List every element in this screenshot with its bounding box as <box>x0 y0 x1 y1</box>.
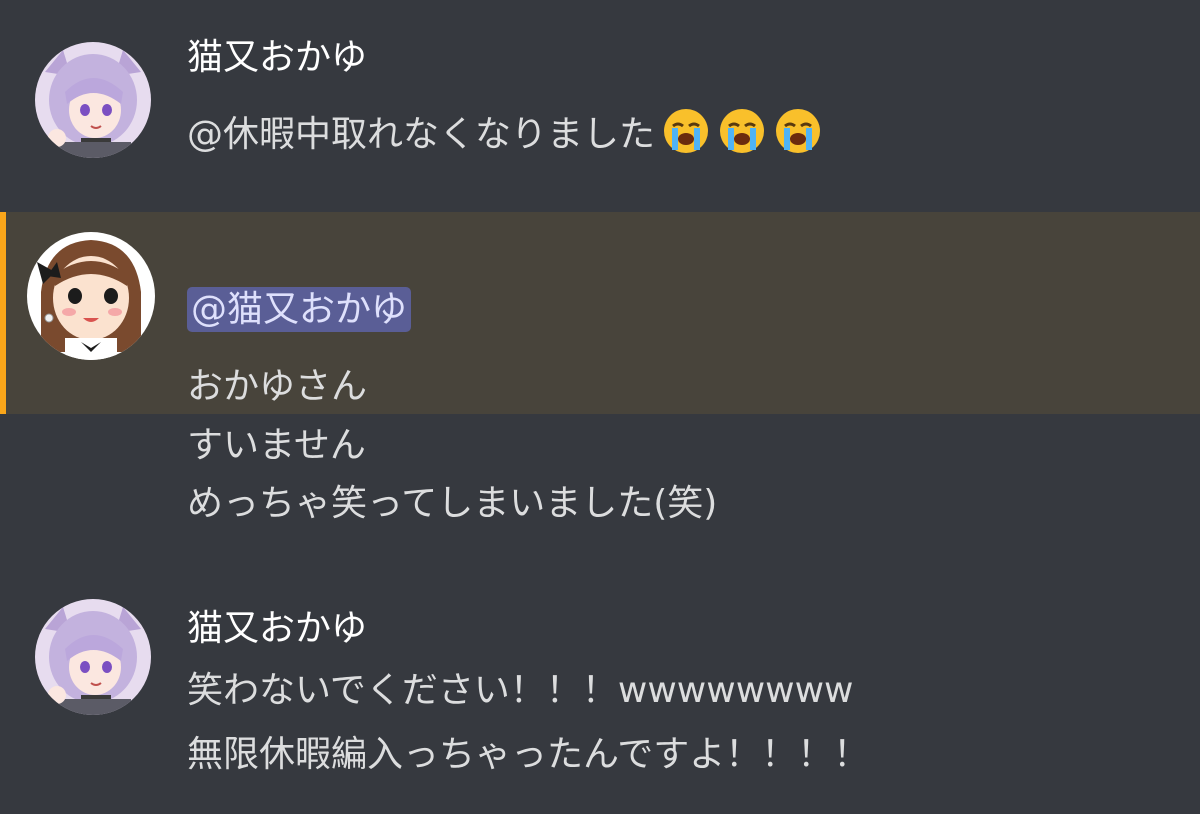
loudly-crying-face-icon <box>661 106 711 156</box>
user-mention[interactable]: @猫又おかゆ <box>187 287 412 332</box>
loudly-crying-face-icon <box>717 106 767 156</box>
message-line: 無限休暇編入っちゃったんですよ！！！！ <box>187 734 870 775</box>
message-2[interactable]: @猫又おかゆ おかゆさん すいません めっちゃ笑ってしまいました(笑) <box>0 212 1200 542</box>
message-3[interactable]: 猫又おかゆ 笑わないでください！！！wwwwwwww 無限休暇編入っちゃったんで… <box>0 585 1200 814</box>
message-line: 笑わないでください！！！wwwwwwww <box>187 670 854 711</box>
mention-line: @猫又おかゆ <box>187 287 412 332</box>
message-line: @休暇中取れなくなりました <box>187 114 656 155</box>
girl-avatar[interactable] <box>27 232 155 360</box>
message-1[interactable]: 猫又おかゆ @休暇中取れなくなりました <box>0 0 1200 190</box>
message-line: すいません <box>187 425 366 466</box>
author-name[interactable]: 猫又おかゆ <box>187 609 367 649</box>
message-line: めっちゃ笑ってしまいました(笑) <box>187 483 718 524</box>
message-text: @休暇中取れなくなりました <box>187 106 823 156</box>
okayu-avatar[interactable] <box>35 599 151 715</box>
okayu-avatar[interactable] <box>35 42 151 158</box>
message-line: おかゆさん <box>187 366 368 407</box>
loudly-crying-face-icon <box>773 106 823 156</box>
author-name[interactable]: 猫又おかゆ <box>187 38 367 78</box>
